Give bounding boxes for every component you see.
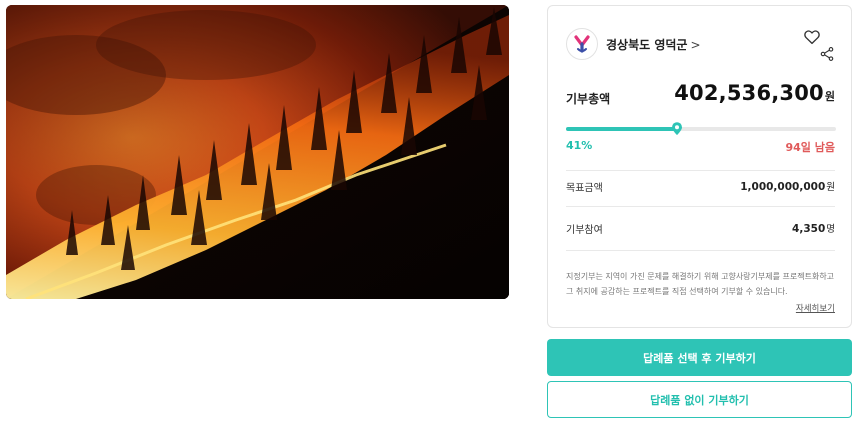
- total-donation-label: 기부총액: [566, 92, 611, 106]
- total-amount-unit: 원: [824, 90, 835, 103]
- chevron-right-icon: >: [690, 38, 701, 52]
- participants-count: 4,350: [792, 223, 826, 235]
- divider: [566, 250, 835, 251]
- share-icon[interactable]: [819, 46, 835, 62]
- total-donation-amount: 402,536,300원: [674, 81, 835, 105]
- goal-amount-number: 1,000,000,000: [740, 181, 826, 193]
- donation-card: 경상북도 영덕군 > 기부총액 402,536,300원 41% 94일 남음 목…: [547, 5, 852, 328]
- wildfire-photo: [6, 5, 509, 299]
- designated-donation-description: 지정기부는 지역이 가진 문제를 해결하기 위해 고향사랑기부제를 프로젝트화하…: [566, 272, 835, 296]
- participants-unit: 명: [826, 224, 835, 235]
- organization-name: 경상북도 영덕군: [606, 38, 688, 52]
- participants-label: 기부참여: [566, 225, 603, 236]
- goal-amount-unit: 원: [826, 182, 835, 193]
- donate-with-reward-button[interactable]: 답례품 선택 후 기부하기: [547, 339, 852, 376]
- goal-amount-label: 목표금액: [566, 183, 603, 194]
- days-remaining: 94일 남음: [785, 141, 836, 154]
- heart-icon[interactable]: [803, 28, 821, 46]
- municipality-y-logo-icon[interactable]: [566, 28, 598, 60]
- view-details-link[interactable]: 자세히보기: [796, 302, 835, 314]
- goal-amount-value: 1,000,000,000원: [740, 179, 835, 193]
- location-pin-icon: [671, 122, 682, 135]
- progress-percent: 41%: [566, 139, 593, 152]
- total-amount-number: 402,536,300: [674, 81, 824, 105]
- divider: [566, 170, 835, 171]
- donate-without-reward-button[interactable]: 답례품 없이 기부하기: [547, 381, 852, 418]
- participants-value: 4,350명: [792, 221, 835, 235]
- donation-progress-bar: [566, 122, 836, 136]
- progress-fill: [566, 127, 677, 131]
- organization-header: 경상북도 영덕군 >: [566, 24, 835, 64]
- hero-image: [6, 5, 509, 299]
- organization-link[interactable]: 경상북도 영덕군 >: [606, 36, 701, 53]
- divider: [566, 206, 835, 207]
